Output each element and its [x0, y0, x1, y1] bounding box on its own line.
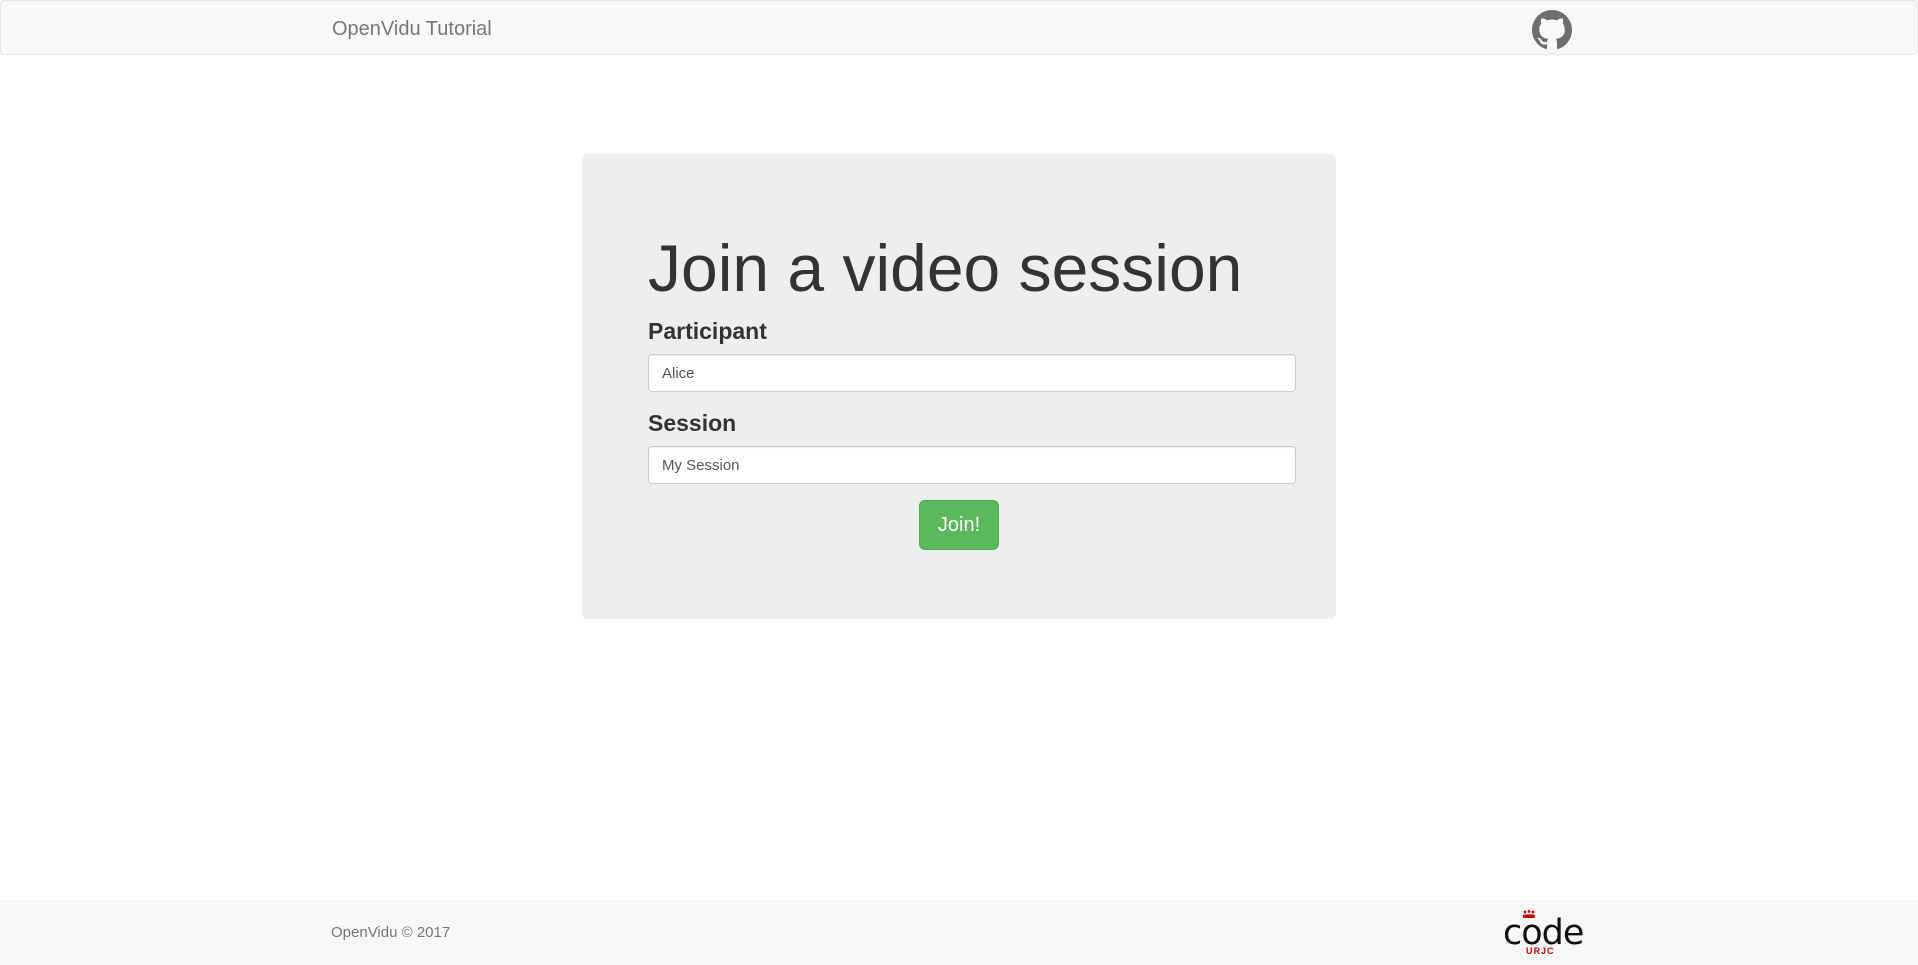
github-icon: [1532, 10, 1572, 50]
participant-input[interactable]: [648, 354, 1296, 392]
join-button[interactable]: Join!: [919, 500, 999, 550]
session-label: Session: [648, 410, 737, 436]
navbar: OpenVidu Tutorial: [0, 0, 1918, 55]
code-urjc-logo[interactable]: code URJC: [1500, 910, 1584, 958]
participant-label: Participant: [648, 318, 767, 344]
github-link[interactable]: [1532, 10, 1572, 50]
session-input[interactable]: [648, 446, 1296, 484]
copyright-text: OpenVidu © 2017: [331, 924, 451, 941]
logo-sub: URJC: [1526, 946, 1555, 956]
page-title: Join a video session: [648, 231, 1243, 305]
footer: OpenVidu © 2017 code URJC: [0, 900, 1918, 965]
brand-link[interactable]: OpenVidu Tutorial: [332, 18, 492, 40]
join-panel: Join a video session Participant Session…: [582, 154, 1336, 619]
